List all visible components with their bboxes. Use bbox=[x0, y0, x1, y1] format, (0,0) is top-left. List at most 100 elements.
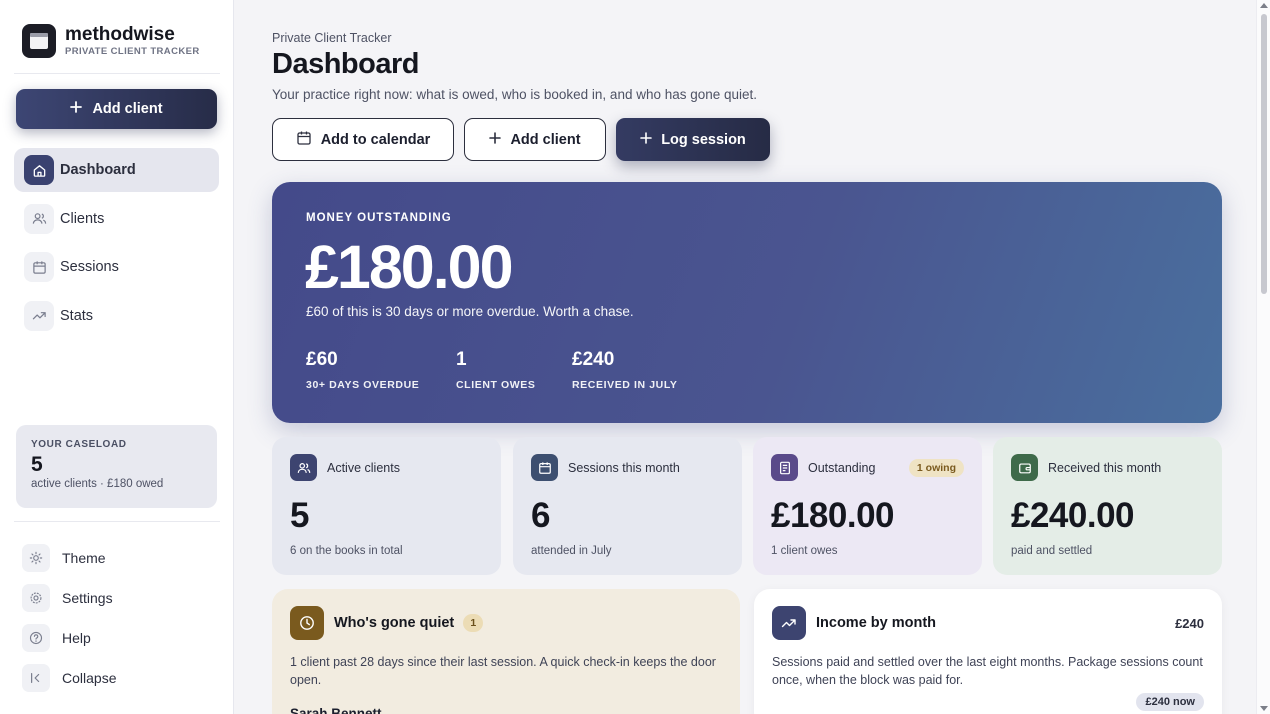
panel-title: Who's gone quiet bbox=[334, 615, 455, 631]
brand-subtitle: PRIVATE CLIENT TRACKER bbox=[65, 46, 200, 57]
scroll-down-icon[interactable] bbox=[1260, 706, 1268, 711]
hero-stat-overdue: £60 30+ DAYS OVERDUE bbox=[306, 349, 419, 391]
hero-stat-client-owes: 1 CLIENT OWES bbox=[456, 349, 536, 391]
users-icon bbox=[290, 454, 317, 481]
plus-icon bbox=[489, 131, 502, 148]
sidebar-item-label: Help bbox=[62, 630, 91, 646]
hero-stat-value: 1 bbox=[456, 349, 467, 370]
caseload-subtitle: active clients · £180 owed bbox=[31, 478, 164, 490]
card-label: Active clients bbox=[327, 460, 400, 475]
income-total: £240 bbox=[1175, 615, 1204, 631]
card-value: 5 bbox=[290, 496, 309, 535]
card-label: Sessions this month bbox=[568, 460, 680, 475]
card-subtitle: attended in July bbox=[531, 545, 612, 557]
stat-card-outstanding[interactable]: Outstanding 1 owing £180.00 1 client owe… bbox=[753, 437, 982, 575]
sidebar-divider bbox=[14, 73, 220, 74]
stat-card-active-clients[interactable]: Active clients 5 6 on the books in total bbox=[272, 437, 501, 575]
sidebar-item-help[interactable]: Help bbox=[22, 618, 222, 658]
sidebar-item-label: Dashboard bbox=[60, 162, 136, 178]
sidebar-item-label: Sessions bbox=[60, 259, 119, 275]
sidebar-item-collapse[interactable]: Collapse bbox=[22, 658, 222, 698]
add-to-calendar-label: Add to calendar bbox=[320, 131, 431, 148]
add-client-label: Add client bbox=[510, 131, 581, 148]
hero-stat-label: RECEIVED IN JULY bbox=[572, 379, 678, 391]
main-nav: Dashboard Clients Sessions Stats bbox=[14, 148, 219, 342]
hero-stat-value: £60 bbox=[306, 349, 338, 370]
sidebar-item-settings[interactable]: Settings bbox=[22, 578, 222, 618]
caseload-title: YOUR CASELOAD bbox=[31, 439, 127, 450]
sidebar-item-label: Stats bbox=[60, 307, 94, 324]
brand[interactable]: methodwise PRIVATE CLIENT TRACKER bbox=[22, 24, 200, 58]
sidebar-bottom-nav: Theme Settings Help Collapse bbox=[22, 538, 222, 698]
sidebar: methodwise PRIVATE CLIENT TRACKER Add cl… bbox=[0, 0, 234, 714]
card-value: £240.00 bbox=[1011, 496, 1135, 535]
clock-icon bbox=[290, 606, 324, 640]
main-content: Private Client Tracker Dashboard Your pr… bbox=[234, 0, 1256, 714]
plus-icon bbox=[70, 101, 83, 117]
calendar-icon bbox=[296, 130, 312, 150]
wallet-icon bbox=[1011, 454, 1038, 481]
panel-description: 1 client past 28 days since their last s… bbox=[290, 655, 716, 687]
card-label: Outstanding bbox=[808, 460, 876, 475]
card-subtitle: paid and settled bbox=[1011, 545, 1093, 557]
sidebar-item-stats[interactable]: Stats bbox=[14, 294, 219, 338]
trend-icon bbox=[24, 300, 54, 331]
caseload-count: 5 bbox=[31, 453, 43, 476]
sidebar-item-theme[interactable]: Theme bbox=[22, 538, 222, 578]
add-client-button[interactable]: Add client bbox=[464, 118, 606, 161]
log-session-label: Log session bbox=[661, 131, 746, 148]
stat-card-sessions[interactable]: Sessions this month 6 attended in July bbox=[513, 437, 742, 575]
sidebar-add-client-label: Add client bbox=[92, 101, 163, 117]
quiet-client-name[interactable]: Sarah Bennett bbox=[290, 706, 722, 714]
page-scrollbar[interactable] bbox=[1256, 0, 1270, 714]
sidebar-item-label: Clients bbox=[60, 210, 105, 227]
sidebar-divider bbox=[14, 521, 220, 522]
hero-stat-received: £240 RECEIVED IN JULY bbox=[572, 349, 678, 391]
users-icon bbox=[24, 203, 54, 234]
card-value: £180.00 bbox=[771, 496, 895, 535]
gone-quiet-panel: Who's gone quiet 1 1 client past 28 days… bbox=[272, 589, 740, 714]
log-session-button[interactable]: Log session bbox=[616, 118, 770, 161]
card-label: Received this month bbox=[1048, 460, 1162, 475]
hero-note: £60 of this is 30 days or more overdue. … bbox=[306, 304, 634, 319]
income-now-badge: £240 now bbox=[1136, 693, 1204, 711]
sidebar-item-clients[interactable]: Clients bbox=[14, 197, 219, 241]
add-to-calendar-button[interactable]: Add to calendar bbox=[272, 118, 454, 161]
sidebar-item-label: Theme bbox=[62, 550, 106, 566]
income-by-month-panel: Income by month £240 Sessions paid and s… bbox=[754, 589, 1222, 714]
quiet-count-badge: 1 bbox=[463, 614, 484, 632]
trend-icon bbox=[772, 606, 806, 640]
sidebar-item-dashboard[interactable]: Dashboard bbox=[14, 148, 219, 192]
hero-stat-value: £240 bbox=[572, 349, 615, 370]
home-icon bbox=[24, 155, 54, 185]
brand-name: methodwise bbox=[65, 24, 175, 45]
sidebar-add-client-button[interactable]: Add client bbox=[16, 89, 217, 129]
panel-title: Income by month bbox=[816, 615, 937, 631]
help-icon bbox=[22, 624, 50, 652]
gear-icon bbox=[22, 584, 50, 612]
card-subtitle: 6 on the books in total bbox=[290, 545, 403, 557]
breadcrumb: Private Client Tracker bbox=[272, 31, 392, 45]
hero-stat-label: CLIENT OWES bbox=[456, 379, 536, 391]
page-title: Dashboard bbox=[272, 48, 419, 80]
hero-label: MONEY OUTSTANDING bbox=[306, 212, 452, 224]
invoice-icon bbox=[771, 454, 798, 481]
scroll-up-icon[interactable] bbox=[1260, 3, 1268, 8]
hero-amount: £180.00 bbox=[305, 233, 513, 301]
calendar-icon bbox=[531, 454, 558, 481]
sun-icon bbox=[22, 544, 50, 572]
sidebar-item-sessions[interactable]: Sessions bbox=[14, 245, 219, 289]
caseload-summary: YOUR CASELOAD 5 active clients · £180 ow… bbox=[16, 425, 217, 508]
stat-card-received[interactable]: Received this month £240.00 paid and set… bbox=[993, 437, 1222, 575]
collapse-icon bbox=[22, 664, 50, 692]
app-logo-icon bbox=[22, 24, 56, 58]
card-value: 6 bbox=[531, 496, 550, 535]
page-subtitle: Your practice right now: what is owed, w… bbox=[272, 87, 758, 102]
owing-badge: 1 owing bbox=[908, 458, 964, 477]
scrollbar-thumb[interactable] bbox=[1261, 14, 1267, 294]
panel-description: Sessions paid and settled over the last … bbox=[772, 655, 1203, 687]
calendar-icon bbox=[24, 252, 54, 282]
card-subtitle: 1 client owes bbox=[771, 545, 838, 557]
sidebar-item-label: Settings bbox=[62, 590, 113, 606]
money-outstanding-panel: MONEY OUTSTANDING £180.00 £60 of this is… bbox=[272, 182, 1222, 423]
